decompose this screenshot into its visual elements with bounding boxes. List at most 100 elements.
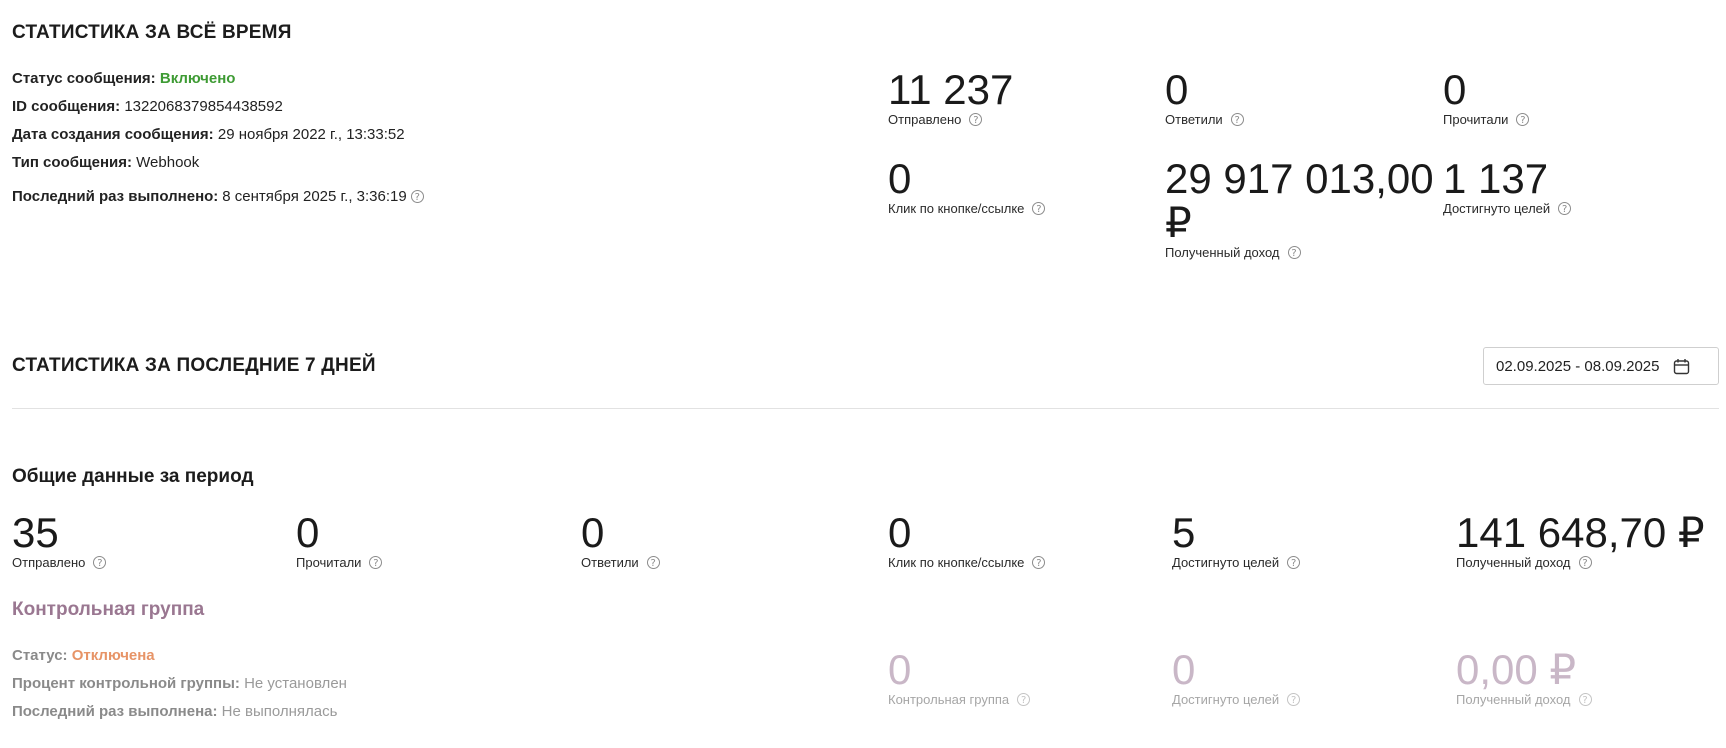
info-type-value: Webhook bbox=[136, 154, 200, 171]
metric-label-row: Достигнуто целей? bbox=[1172, 555, 1301, 570]
question-circle-icon[interactable]: ? bbox=[1287, 556, 1301, 569]
metric-revenue-all: 29 917 013,00 ₽ Полученный доход? bbox=[1165, 155, 1434, 261]
metric-label-row: Достигнуто целей? bbox=[1172, 692, 1301, 707]
info-status: Статус сообщения: Включено bbox=[12, 70, 424, 98]
control-status-value: Отключена bbox=[71, 647, 155, 664]
metric-sent-period: 35 Отправлено? bbox=[12, 509, 107, 570]
metric-value: 0 bbox=[1165, 66, 1189, 113]
all-time-title: СТАТИСТИКА ЗА ВСЁ ВРЕМЯ bbox=[12, 22, 292, 43]
question-circle-icon[interactable]: ? bbox=[93, 556, 107, 569]
metric-value: 11 237 bbox=[888, 66, 1014, 113]
metric-label-row: Ответили? bbox=[581, 555, 660, 570]
question-circle-icon[interactable]: ? bbox=[969, 113, 983, 126]
metric-value: 141 648,70 ₽ bbox=[1456, 509, 1705, 556]
metric-read-all: 0 Прочитали? bbox=[1443, 66, 1530, 127]
info-last-run-label: Последний раз выполнено: bbox=[12, 187, 219, 205]
metric-label-row: Клик по кнопке/ссылке? bbox=[888, 555, 1046, 570]
question-circle-icon[interactable]: ? bbox=[1032, 202, 1046, 215]
question-circle-icon[interactable]: ? bbox=[1558, 202, 1572, 215]
question-circle-icon[interactable]: ? bbox=[369, 556, 383, 569]
metric-label: Полученный доход bbox=[1456, 555, 1571, 570]
date-range-picker[interactable]: 02.09.2025 - 08.09.2025 bbox=[1483, 347, 1719, 385]
metric-label-row: Достигнуто целей? bbox=[1443, 201, 1572, 216]
metric-label-row: Ответили? bbox=[1165, 112, 1244, 127]
metric-value: 1 137 bbox=[1443, 155, 1549, 202]
metric-goals-period: 5 Достигнуто целей? bbox=[1172, 509, 1301, 570]
info-created: Дата создания сообщения: 29 ноября 2022 … bbox=[12, 126, 424, 154]
metric-label: Клик по кнопке/ссылке bbox=[888, 555, 1025, 570]
metric-value: 0 bbox=[581, 509, 605, 556]
metric-value-line2: ₽ bbox=[1165, 199, 1192, 246]
metric-label: Ответили bbox=[1165, 112, 1223, 127]
metric-value: 0 bbox=[1443, 66, 1467, 113]
info-id: ID сообщения: 1322068379854438592 bbox=[12, 98, 424, 126]
info-status-value: Включено bbox=[159, 70, 236, 87]
info-last-run: Последний раз выполнено: 8 сентября 2025… bbox=[12, 182, 424, 210]
metric-label: Достигнуто целей bbox=[1172, 555, 1280, 570]
question-circle-icon[interactable]: ? bbox=[1578, 556, 1592, 569]
metric-label-row: Прочитали? bbox=[296, 555, 383, 570]
question-circle-icon[interactable]: ? bbox=[1287, 693, 1301, 706]
metric-label: Отправлено bbox=[12, 555, 86, 570]
last7-title: СТАТИСТИКА ЗА ПОСЛЕДНИЕ 7 ДНЕЙ bbox=[12, 355, 376, 376]
info-status-label: Статус сообщения: bbox=[12, 70, 156, 87]
metric-clicks-all: 0 Клик по кнопке/ссылке? bbox=[888, 155, 1046, 216]
metric-label: Прочитали bbox=[1443, 112, 1509, 127]
question-circle-icon[interactable]: ? bbox=[1516, 113, 1530, 126]
info-last-run-value: 8 сентября 2025 г., 3:36:19 bbox=[222, 187, 407, 205]
info-created-label: Дата создания сообщения: bbox=[12, 126, 214, 143]
question-circle-icon[interactable]: ? bbox=[646, 556, 660, 569]
metric-label: Клик по кнопке/ссылке bbox=[888, 201, 1025, 216]
metric-control-goals: 0 Достигнуто целей? bbox=[1172, 646, 1301, 707]
question-circle-icon[interactable]: ? bbox=[1032, 556, 1046, 569]
question-circle-icon[interactable]: ? bbox=[1017, 693, 1031, 706]
metric-label: Прочитали bbox=[296, 555, 362, 570]
info-type: Тип сообщения: Webhook bbox=[12, 154, 424, 182]
metric-label-row: Полученный доход? bbox=[1165, 245, 1434, 260]
question-circle-icon[interactable]: ? bbox=[410, 189, 424, 203]
message-info: Статус сообщения: Включено ID сообщения:… bbox=[12, 70, 424, 210]
metric-label: Достигнуто целей bbox=[1172, 692, 1280, 707]
metric-label-row: Прочитали? bbox=[1443, 112, 1530, 127]
metric-value: 0 bbox=[1172, 646, 1196, 693]
question-circle-icon[interactable]: ? bbox=[1287, 246, 1301, 259]
metric-label: Полученный доход bbox=[1165, 245, 1280, 260]
metric-value: 5 bbox=[1172, 509, 1196, 556]
metric-label-row: Контрольная группа? bbox=[888, 692, 1031, 707]
metric-label-row: Отправлено? bbox=[888, 112, 1013, 127]
metric-replied-period: 0 Ответили? bbox=[581, 511, 660, 570]
metric-label-row: Полученный доход? bbox=[1456, 692, 1592, 707]
info-created-value: 29 ноября 2022 г., 13:33:52 bbox=[217, 126, 405, 143]
metric-label-row: Отправлено? bbox=[12, 555, 107, 570]
metric-value: 0 bbox=[888, 509, 912, 556]
metric-value: 0,00 ₽ bbox=[1456, 646, 1577, 693]
control-group-info: Статус: Отключена Процент контрольной гр… bbox=[12, 647, 347, 731]
metric-revenue-period: 141 648,70 ₽ Полученный доход? bbox=[1456, 509, 1705, 571]
metric-label: Ответили bbox=[581, 555, 639, 570]
metric-value: 0 bbox=[888, 155, 912, 202]
section-divider bbox=[12, 408, 1719, 409]
metric-clicks-period: 0 Клик по кнопке/ссылке? bbox=[888, 509, 1046, 570]
metric-label: Достигнуто целей bbox=[1443, 201, 1551, 216]
metric-label-row: Клик по кнопке/ссылке? bbox=[888, 201, 1046, 216]
control-percent-value: Не установлен bbox=[244, 675, 347, 692]
control-group-title: Контрольная группа bbox=[12, 599, 205, 620]
metric-value: 35 bbox=[12, 509, 59, 556]
metric-control-revenue: 0,00 ₽ Полученный доход? bbox=[1456, 648, 1592, 707]
metric-label: Отправлено bbox=[888, 112, 962, 127]
metric-value: 0 bbox=[888, 646, 912, 693]
metric-value-line1: 29 917 013,00 bbox=[1165, 155, 1434, 202]
info-type-label: Тип сообщения: bbox=[12, 154, 132, 171]
question-circle-icon[interactable]: ? bbox=[1578, 693, 1592, 706]
control-last-run-value: Не выполнялась bbox=[221, 703, 338, 720]
control-percent-label: Процент контрольной группы: bbox=[12, 675, 240, 692]
metric-label: Полученный доход bbox=[1456, 692, 1571, 707]
metric-replied-all: 0 Ответили? bbox=[1165, 68, 1244, 127]
question-circle-icon[interactable]: ? bbox=[1230, 113, 1244, 126]
control-status: Статус: Отключена bbox=[12, 647, 347, 675]
control-percent: Процент контрольной группы: Не установле… bbox=[12, 675, 347, 703]
control-last-run: Последний раз выполнена: Не выполнялась bbox=[12, 703, 347, 731]
metric-value: 0 bbox=[296, 509, 320, 556]
metric-read-period: 0 Прочитали? bbox=[296, 509, 383, 570]
calendar-icon bbox=[1674, 358, 1690, 374]
